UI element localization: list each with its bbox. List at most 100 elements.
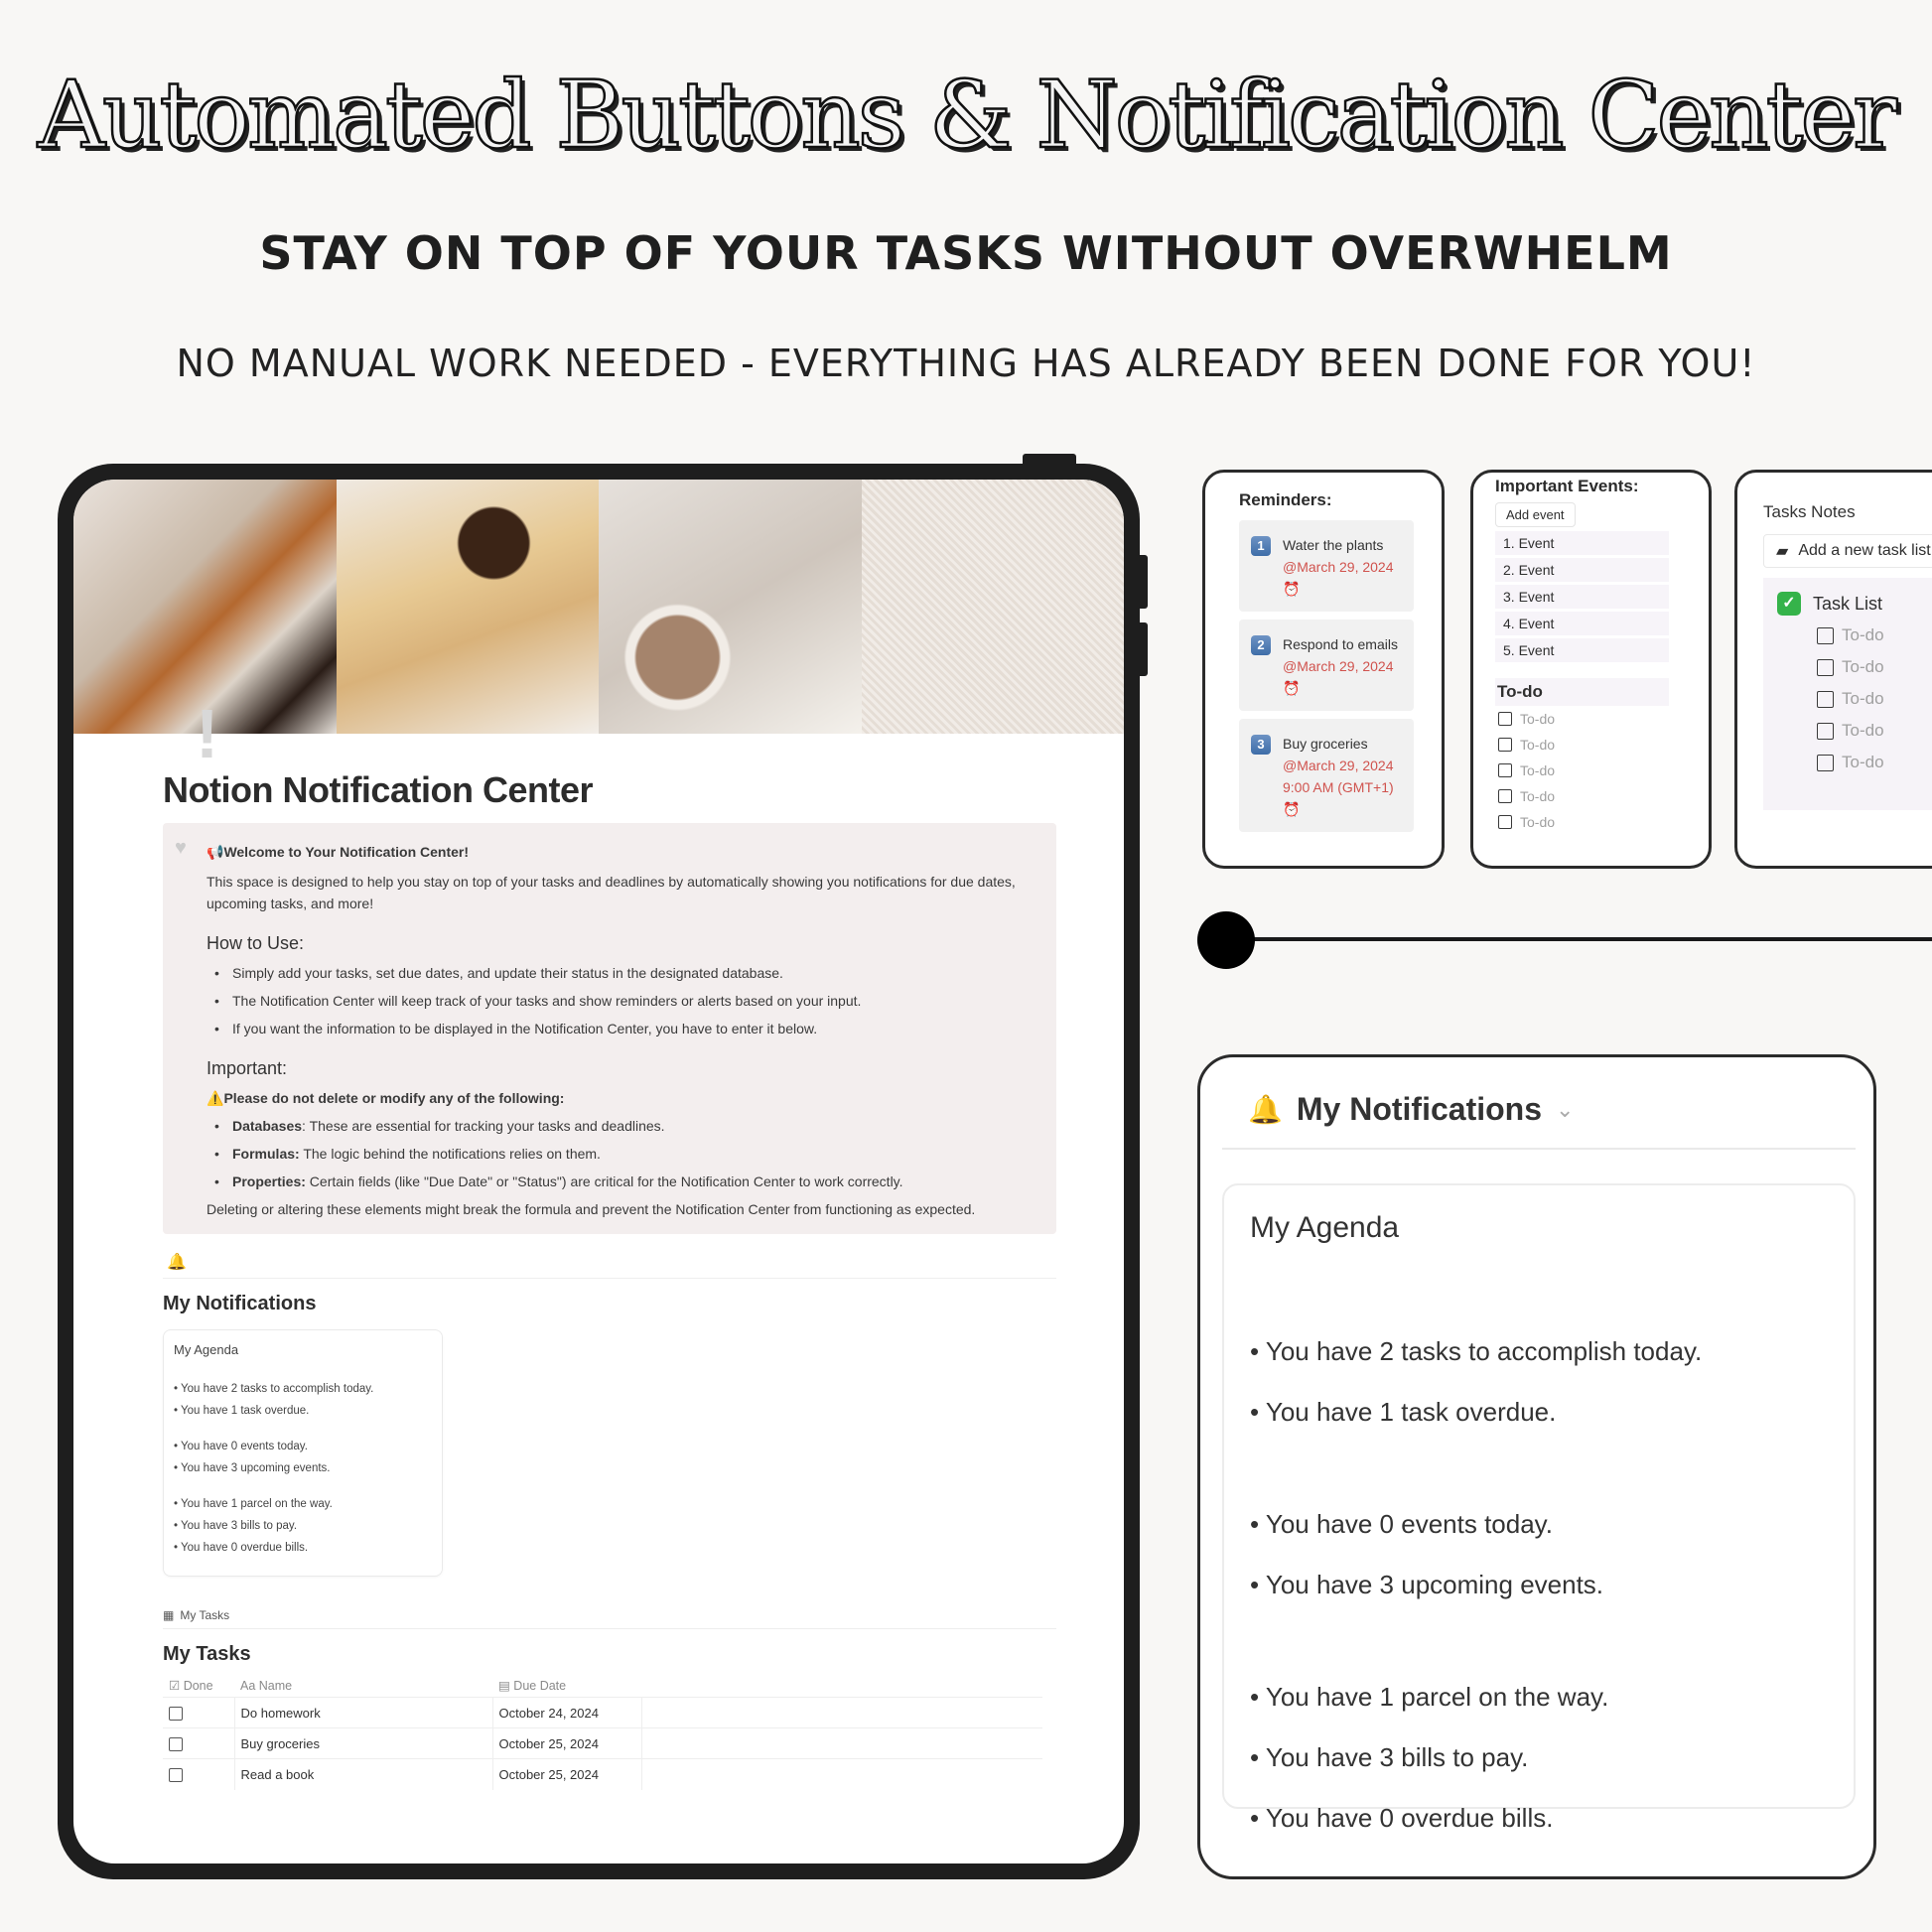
number-2-icon: 2 <box>1251 635 1271 655</box>
divider <box>163 1278 1056 1279</box>
notifications-header[interactable]: 🔔 My Notifications ⌄ <box>1222 1091 1856 1150</box>
number-1-icon: 1 <box>1251 536 1271 556</box>
events-title: Important Events: <box>1495 477 1639 495</box>
agenda-line: • You have 1 parcel on the way. <box>174 1498 333 1510</box>
my-notifications-heading: My Notifications <box>163 1293 317 1314</box>
agenda-title: My Agenda <box>174 1342 239 1357</box>
task-list-heading[interactable]: ✓ Task List <box>1777 592 1932 616</box>
heart-icon: ♥ <box>175 837 187 859</box>
todo-checkbox[interactable] <box>1498 738 1512 752</box>
callout-welcome: 📢Welcome to Your Notification Center! <box>207 844 470 860</box>
todo-checkbox[interactable] <box>1498 712 1512 726</box>
todo-item[interactable]: To-do <box>1777 651 1932 683</box>
slider-track[interactable] <box>1226 937 1932 941</box>
list-item: If you want the information to be displa… <box>207 1018 1033 1039</box>
reminder-item[interactable]: 2 Respond to emails @March 29, 2024 ⏰ <box>1239 620 1414 711</box>
table-row[interactable]: Read a book October 25, 2024 <box>163 1758 1042 1790</box>
event-item[interactable]: 5. Event <box>1495 638 1669 662</box>
how-to-use-list: Simply add your tasks, set due dates, an… <box>207 962 1033 1039</box>
bell-icon: 🔔 <box>1248 1094 1283 1125</box>
todo-item[interactable]: To-do <box>1495 809 1689 835</box>
todo-item[interactable]: To-do <box>1495 732 1689 758</box>
event-item[interactable]: 1. Event <box>1495 531 1669 555</box>
todo-item[interactable]: To-do <box>1495 706 1689 732</box>
tasks-notes-title: Tasks Notes <box>1763 502 1856 521</box>
add-task-list-button[interactable]: ▰ Add a new task list <box>1763 534 1932 568</box>
task-list-block: ✓ Task List To-do To-do To-do To-do To-do <box>1763 578 1932 810</box>
exclamation-icon[interactable]: ! <box>196 698 218 769</box>
chevron-down-icon[interactable]: ⌄ <box>1556 1097 1574 1123</box>
task-due-date[interactable]: October 25, 2024 <box>491 1758 641 1790</box>
agenda-line: • You have 3 bills to pay. <box>174 1520 298 1532</box>
reminder-date[interactable]: @March 29, 2024 <box>1283 559 1394 575</box>
todo-checkbox[interactable] <box>1817 722 1834 740</box>
agenda-line: • You have 1 task overdue. <box>1250 1397 1557 1427</box>
done-checkbox[interactable] <box>169 1736 183 1751</box>
slider-thumb[interactable] <box>1197 911 1255 969</box>
tasks-notes-card: Tasks Notes ▰ Add a new task list ✓ Task L… <box>1734 470 1932 869</box>
important-events-card: Important Events: Add event 1. Event 2. … <box>1470 470 1712 869</box>
todo-checkbox[interactable] <box>1817 690 1834 708</box>
bell-icon[interactable]: 🔔 <box>167 1252 1056 1272</box>
todo-item[interactable]: To-do <box>1495 758 1689 783</box>
event-item[interactable]: 2. Event <box>1495 558 1669 582</box>
agenda-line: • You have 0 events today. <box>1250 1509 1553 1539</box>
task-name[interactable]: Buy groceries <box>233 1727 492 1759</box>
agenda-line: • You have 1 parcel on the way. <box>1250 1682 1609 1712</box>
hero-title: Automated Buttons & Notification Center <box>37 61 1898 172</box>
agenda-line: • You have 2 tasks to accomplish today. <box>1250 1336 1703 1366</box>
hero-tagline: NO MANUAL WORK NEEDED - EVERYTHING HAS A… <box>176 342 1756 385</box>
agenda-line: • You have 0 events today. <box>174 1441 308 1452</box>
agenda-card: My Agenda • You have 2 tasks to accompli… <box>163 1329 443 1577</box>
todo-item[interactable]: To-do <box>1777 747 1932 778</box>
database-link[interactable]: ▦ My Tasks <box>163 1608 1056 1622</box>
callout-footer: Deleting or altering these elements migh… <box>207 1201 976 1217</box>
alarm-clock-icon: ⏰ <box>1283 581 1301 597</box>
list-item: Properties: Certain fields (like "Due Da… <box>207 1171 1033 1192</box>
column-header-name[interactable]: Aa Name <box>234 1674 492 1698</box>
callout-intro: This space is designed to help you stay … <box>207 874 1016 911</box>
add-event-button[interactable]: Add event <box>1495 502 1576 527</box>
agenda-line: • You have 2 tasks to accomplish today. <box>174 1383 374 1395</box>
alarm-clock-icon: ⏰ <box>1283 801 1301 817</box>
table-row[interactable]: Buy groceries October 25, 2024 <box>163 1727 1042 1759</box>
reminder-item[interactable]: 1 Water the plants @March 29, 2024 ⏰ <box>1239 520 1414 612</box>
todo-item[interactable]: To-do <box>1495 783 1689 809</box>
notifications-panel: 🔔 My Notifications ⌄ My Agenda • You hav… <box>1197 1054 1876 1879</box>
tablet-side-button <box>1136 622 1148 676</box>
event-item[interactable]: 3. Event <box>1495 585 1669 609</box>
notion-page: ! Notion Notification Center ♥ 📢Welcome … <box>73 480 1124 1863</box>
reminders-title: Reminders: <box>1239 490 1332 509</box>
todo-checkbox[interactable] <box>1498 763 1512 777</box>
todo-checkbox[interactable] <box>1498 789 1512 803</box>
page-title: Notion Notification Center <box>163 769 593 810</box>
task-due-date[interactable]: October 25, 2024 <box>491 1727 641 1759</box>
column-header-due-date[interactable]: ▤ Due Date <box>492 1674 641 1698</box>
warning-line: ⚠️Please do not delete or modify any of … <box>207 1090 565 1106</box>
reminders-card: Reminders: 1 Water the plants @March 29,… <box>1202 470 1445 869</box>
todo-checkbox[interactable] <box>1498 815 1512 829</box>
table-icon: ▦ <box>163 1608 175 1622</box>
todo-checkbox[interactable] <box>1817 754 1834 771</box>
todo-item[interactable]: To-do <box>1777 683 1932 715</box>
column-header-done[interactable]: ☑ Done <box>163 1674 234 1698</box>
todo-item[interactable]: To-do <box>1777 715 1932 747</box>
todo-checkbox[interactable] <box>1817 658 1834 676</box>
todo-item[interactable]: To-do <box>1777 620 1932 651</box>
done-checkbox[interactable] <box>169 1768 183 1783</box>
todo-heading: To-do <box>1495 678 1669 706</box>
done-checkbox[interactable] <box>169 1706 183 1721</box>
tablet-side-button <box>1136 555 1148 609</box>
tasks-heading: My Tasks <box>163 1643 251 1665</box>
task-name[interactable]: Read a book <box>233 1758 492 1790</box>
reminder-date[interactable]: @March 29, 2024 9:00 AM (GMT+1) <box>1283 758 1394 795</box>
welcome-callout: ♥ 📢Welcome to Your Notification Center! … <box>163 823 1056 1234</box>
agenda-line: • You have 3 upcoming events. <box>1250 1570 1604 1599</box>
todo-checkbox[interactable] <box>1817 626 1834 644</box>
reminder-date[interactable]: @March 29, 2024 <box>1283 658 1394 674</box>
task-name[interactable]: Do homework <box>233 1697 492 1728</box>
task-due-date[interactable]: October 24, 2024 <box>491 1697 641 1728</box>
event-item[interactable]: 4. Event <box>1495 612 1669 635</box>
reminder-item[interactable]: 3 Buy groceries @March 29, 2024 9:00 AM … <box>1239 719 1414 832</box>
table-row[interactable]: Do homework October 24, 2024 <box>163 1697 1042 1728</box>
